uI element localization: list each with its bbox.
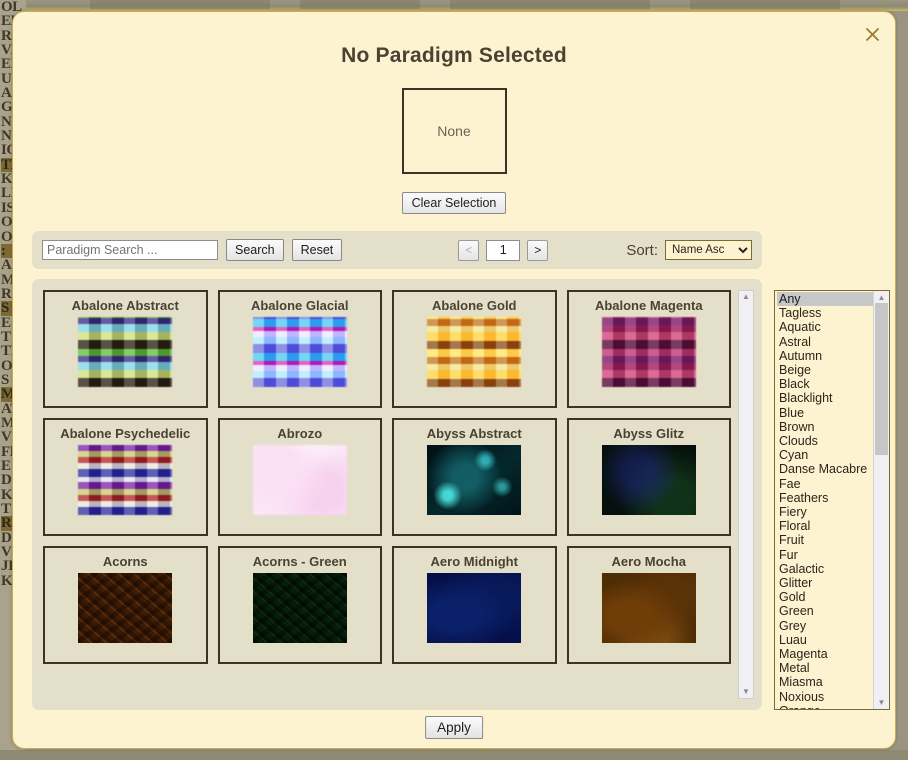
paradigm-swatch-image bbox=[252, 445, 347, 515]
paradigm-tile-grid: Abalone Abstract Abalone Glacial Abalone G… bbox=[43, 290, 731, 699]
tag-filter-option[interactable]: Aquatic bbox=[777, 320, 873, 334]
tag-filter-option[interactable]: Feathers bbox=[777, 491, 873, 505]
tag-filter-option[interactable]: Miasma bbox=[777, 675, 873, 689]
tag-filter-option[interactable]: Green bbox=[777, 604, 873, 618]
paradigm-tile[interactable]: Acorns - Green bbox=[217, 546, 382, 664]
paradigm-tile[interactable]: Abrozo bbox=[217, 418, 382, 536]
paradigm-tile-name: Abalone Psychedelic bbox=[60, 426, 191, 441]
paradigm-tile-name: Abalone Glacial bbox=[250, 298, 349, 313]
tag-filter-option[interactable]: Orange bbox=[777, 704, 873, 709]
tag-filter-option[interactable]: Blacklight bbox=[777, 391, 873, 405]
paradigm-tile-name: Aero Midnight bbox=[430, 554, 518, 569]
tag-filter-option[interactable]: Floral bbox=[777, 519, 873, 533]
tag-filter-option[interactable]: Tagless bbox=[777, 306, 873, 320]
paradigm-swatch-image bbox=[78, 317, 173, 387]
search-toolbar: Search Reset < 1 > Sort: Name AscName De… bbox=[32, 231, 762, 269]
pagination-controls: < 1 > bbox=[458, 239, 549, 261]
selected-paradigm-preview: None bbox=[401, 88, 507, 174]
paradigm-tile-name: Abalone Abstract bbox=[71, 298, 179, 313]
sort-control: Sort: Name AscName Desc bbox=[626, 240, 752, 260]
paradigm-tile-name: Aero Mocha bbox=[611, 554, 686, 569]
sort-label: Sort: bbox=[626, 241, 658, 259]
scroll-up-icon[interactable]: ▲ bbox=[742, 293, 750, 301]
paradigm-swatch-image bbox=[78, 573, 173, 643]
paradigm-swatch-image bbox=[252, 317, 347, 387]
paradigm-swatch-image bbox=[78, 445, 173, 515]
tag-filter-option[interactable]: Astral bbox=[777, 335, 873, 349]
tag-filter-option[interactable]: Galactic bbox=[777, 562, 873, 576]
tag-filter-option[interactable]: Gold bbox=[777, 590, 873, 604]
tag-filter-scrollbar[interactable]: ▲ ▼ bbox=[873, 291, 889, 709]
previous-page-button[interactable]: < bbox=[458, 239, 480, 261]
paradigm-swatch-image bbox=[601, 445, 696, 515]
search-input[interactable] bbox=[42, 240, 218, 260]
tag-filter-option[interactable]: Beige bbox=[777, 363, 873, 377]
tag-filter-option[interactable]: Grey bbox=[777, 619, 873, 633]
paradigm-tile[interactable]: Aero Midnight bbox=[392, 546, 557, 664]
paradigm-tile[interactable]: Abalone Abstract bbox=[43, 290, 208, 408]
close-icon[interactable] bbox=[858, 20, 886, 48]
scroll-down-icon[interactable]: ▼ bbox=[742, 688, 750, 696]
paradigm-tile-name: Abalone Gold bbox=[432, 298, 517, 313]
tag-scroll-thumb[interactable] bbox=[875, 303, 888, 455]
paradigm-tile[interactable]: Aero Mocha bbox=[566, 546, 731, 664]
paradigm-tile[interactable]: Abalone Magenta bbox=[566, 290, 731, 408]
tag-filter-listbox[interactable]: Any Tagless Aquatic Astral Autumn Beige Black B… bbox=[774, 290, 890, 710]
backdrop-top-strip bbox=[0, 0, 908, 11]
tag-filter-option[interactable]: Cyan bbox=[777, 448, 873, 462]
apply-button[interactable]: Apply bbox=[425, 716, 483, 739]
tag-filter-option[interactable]: Fiery bbox=[777, 505, 873, 519]
tag-filter-option[interactable]: Fur bbox=[777, 548, 873, 562]
paradigm-swatch-image bbox=[427, 573, 522, 643]
tag-filter-option[interactable]: Noxious bbox=[777, 690, 873, 704]
paradigm-tile[interactable]: Abyss Glitz bbox=[566, 418, 731, 536]
search-button[interactable]: Search bbox=[226, 239, 284, 261]
page-number-field[interactable]: 1 bbox=[486, 239, 521, 261]
paradigm-swatch-image bbox=[427, 445, 522, 515]
tag-filter-option[interactable]: Black bbox=[777, 377, 873, 391]
paradigm-tile-name: Abalone Magenta bbox=[594, 298, 703, 313]
tag-scroll-down-icon[interactable]: ▼ bbox=[874, 698, 889, 707]
next-page-button[interactable]: > bbox=[527, 239, 549, 261]
tag-filter-option[interactable]: Any bbox=[777, 292, 873, 307]
paradigm-tile[interactable]: Abalone Gold bbox=[392, 290, 557, 408]
paradigm-tile[interactable]: Acorns bbox=[43, 546, 208, 664]
tag-filter-option[interactable]: Brown bbox=[777, 420, 873, 434]
selection-preview-area: None Clear Selection bbox=[13, 88, 895, 214]
backdrop-bottom-strip bbox=[0, 750, 908, 760]
paradigm-tile-name: Acorns bbox=[102, 554, 148, 569]
tag-filter-option[interactable]: Fae bbox=[777, 477, 873, 491]
paradigm-tile-name: Acorns - Green bbox=[252, 554, 347, 569]
paradigm-swatch-image bbox=[427, 317, 522, 387]
paradigm-tile-name: Abrozo bbox=[277, 426, 323, 441]
paradigm-tile[interactable]: Abalone Glacial bbox=[217, 290, 382, 408]
tag-filter-option[interactable]: Magenta bbox=[777, 647, 873, 661]
clear-selection-button[interactable]: Clear Selection bbox=[401, 192, 507, 214]
tag-filter-option[interactable]: Autumn bbox=[777, 349, 873, 363]
tag-filter-options: Any Tagless Aquatic Astral Autumn Beige Black B… bbox=[775, 291, 873, 709]
paradigm-tile[interactable]: Abalone Psychedelic bbox=[43, 418, 208, 536]
tag-filter-option[interactable]: Glitter bbox=[777, 576, 873, 590]
paradigm-selector-dialog: No Paradigm Selected None Clear Selectio… bbox=[12, 11, 896, 749]
tag-filter-option[interactable]: Danse Macabre bbox=[777, 462, 873, 476]
sort-select[interactable]: Name AscName Desc bbox=[665, 240, 752, 260]
preview-none-label: None bbox=[437, 123, 471, 139]
tag-scroll-up-icon[interactable]: ▲ bbox=[874, 293, 889, 302]
paradigm-tile-name: Abyss Glitz bbox=[613, 426, 685, 441]
paradigm-tile[interactable]: Abyss Abstract bbox=[392, 418, 557, 536]
tag-filter-option[interactable]: Metal bbox=[777, 661, 873, 675]
paradigm-swatch-image bbox=[601, 573, 696, 643]
tag-filter-option[interactable]: Blue bbox=[777, 406, 873, 420]
page-title: No Paradigm Selected bbox=[341, 44, 567, 67]
tag-filter-option[interactable]: Luau bbox=[777, 633, 873, 647]
reset-button[interactable]: Reset bbox=[291, 239, 343, 261]
paradigm-swatch-image bbox=[601, 317, 696, 387]
paradigm-swatch-image bbox=[252, 573, 347, 643]
paradigm-results-panel: Abalone Abstract Abalone Glacial Abalone G… bbox=[32, 279, 762, 710]
results-scrollbar[interactable]: ▲ ▼ bbox=[738, 290, 754, 699]
tag-filter-option[interactable]: Clouds bbox=[777, 434, 873, 448]
tag-filter-option[interactable]: Fruit bbox=[777, 533, 873, 547]
paradigm-tile-name: Abyss Abstract bbox=[426, 426, 522, 441]
